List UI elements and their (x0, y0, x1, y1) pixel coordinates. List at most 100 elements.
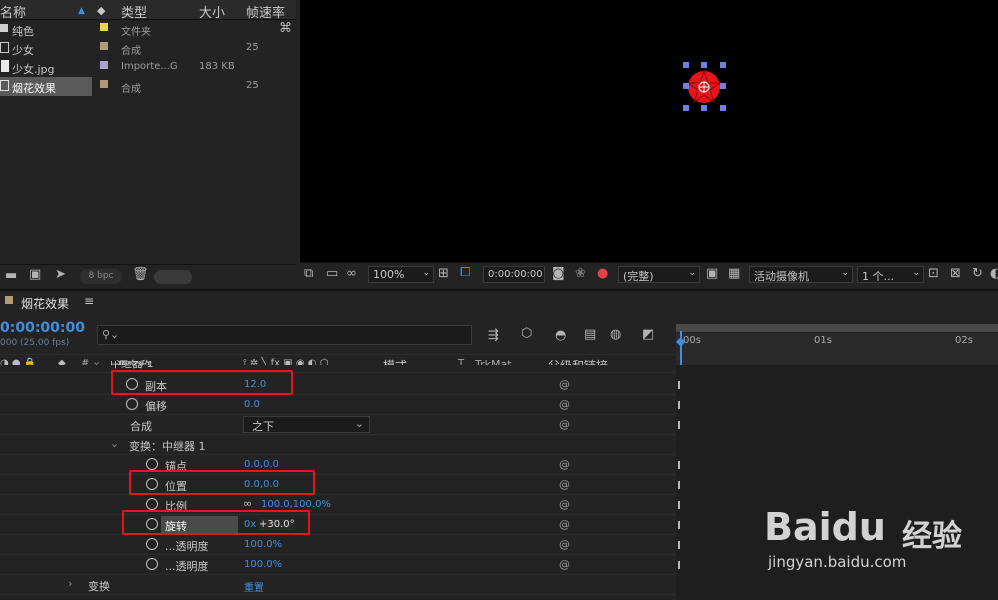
composition-flowchart-icon[interactable]: ⇶ (488, 328, 499, 343)
stopwatch-icon[interactable] (146, 458, 158, 470)
watermark-brand: Baidu (764, 505, 886, 549)
project-item-girl-jpg[interactable]: 少女.jpg Importe...G 183 KB (0, 58, 296, 77)
flowchart-icon[interactable]: ⊠ (950, 266, 961, 281)
label-color-swatch[interactable] (100, 61, 108, 69)
keyframe-marker[interactable] (678, 541, 680, 549)
view-layout-select[interactable]: 1 个... ⌄ (857, 266, 924, 283)
keyframe-marker[interactable] (678, 421, 680, 429)
reset-exposure-icon[interactable]: ↻ (972, 266, 983, 281)
property-composite[interactable]: 合成 之下 ⌄ @ (0, 415, 675, 435)
frame-blending-icon[interactable]: ▤ (584, 327, 596, 342)
show-snapshot-icon[interactable]: ❀ (575, 266, 586, 281)
channel-rgb-icon[interactable]: ● (597, 266, 608, 281)
chevron-down-icon[interactable]: ⌄ (110, 437, 119, 450)
monitor-icon[interactable]: ▭ (326, 266, 338, 281)
project-item-solid-folder[interactable]: 纯色 文件夹 ⌘ (0, 20, 296, 39)
always-preview-icon[interactable]: ⧉ (304, 266, 313, 281)
grid-guides-icon[interactable]: ⊞ (438, 266, 449, 281)
column-type[interactable]: 类型 (121, 2, 147, 21)
property-anchor-point[interactable]: 锚点 0.0,0.0 @ (0, 455, 675, 475)
motion-blur-icon[interactable]: ◍ (610, 327, 621, 342)
stopwatch-icon[interactable] (126, 398, 138, 410)
project-item-fireworks-comp[interactable]: 烟花效果 合成 25 (0, 77, 296, 96)
pick-whip-icon[interactable]: @ (559, 418, 570, 431)
current-time-display[interactable]: 0:00:00:00 (483, 266, 545, 283)
property-position[interactable]: 位置 0.0,0.0 @ (0, 475, 675, 495)
pick-whip-icon[interactable]: @ (559, 498, 570, 511)
stopwatch-icon[interactable] (146, 558, 158, 570)
column-size[interactable]: 大小 (199, 2, 225, 21)
bit-depth-button[interactable]: 8 bpc (80, 269, 122, 284)
label-tag-icon[interactable]: ◆ (97, 4, 105, 17)
new-folder-icon[interactable]: ▬ (5, 268, 17, 283)
property-rotation[interactable]: 旋转 0x +30.0° @ (0, 515, 675, 535)
label-color-swatch (5, 296, 13, 304)
keyframe-marker[interactable] (678, 401, 680, 409)
trash-icon[interactable]: 🗑 (132, 267, 149, 282)
draft-3d-icon[interactable]: ⬡ (521, 326, 532, 341)
chevron-down-icon: ⌄ (354, 417, 364, 430)
project-item-girl-comp[interactable]: 少女 合成 25 (0, 39, 296, 58)
graph-editor-icon[interactable]: ◩ (642, 327, 654, 342)
property-copies[interactable]: 副本 12.0 @ (0, 375, 675, 395)
property-group-transform-repeater[interactable]: ⌄ 变换：中继器 1 (0, 435, 675, 455)
property-row[interactable]: ⌄ 中继器 1 (0, 361, 675, 373)
pick-whip-icon[interactable]: @ (559, 478, 570, 491)
tab-comp[interactable]: 烟花效果 (21, 295, 69, 312)
snapshot-camera-icon[interactable]: ◙ (552, 266, 565, 281)
pick-whip-icon[interactable]: @ (559, 518, 570, 531)
keyframe-marker[interactable] (678, 461, 680, 469)
pick-whip-icon[interactable]: @ (559, 398, 570, 411)
property-group-transform[interactable]: › 变换 重置 (0, 575, 675, 595)
fast-previews-icon[interactable]: ▣ (706, 266, 718, 281)
toggle-pixel-aspect-icon[interactable]: ⊡ (928, 266, 939, 281)
layer-search-input[interactable]: ⚲⌄ (97, 325, 472, 345)
pick-whip-icon[interactable]: @ (559, 558, 570, 571)
tab-menu-icon[interactable]: ≡ (84, 294, 94, 308)
exposure-icon[interactable]: ◐ (990, 266, 998, 281)
pick-whip-icon[interactable]: @ (559, 458, 570, 471)
keyframe-marker[interactable] (678, 521, 680, 529)
mask-toggle-icon[interactable]: ∞ (346, 266, 357, 281)
time-ruler[interactable]: 00s 01s 02s (676, 333, 998, 355)
pick-whip-icon[interactable]: @ (559, 378, 570, 391)
keyframe-marker[interactable] (678, 381, 680, 389)
interpret-footage-icon[interactable]: ➤ (55, 267, 66, 282)
zoom-select[interactable]: 100% ⌄ (368, 266, 434, 283)
flowchart-icon[interactable]: ⌘ (279, 21, 292, 36)
composition-viewer[interactable] (300, 0, 998, 262)
camera-select[interactable]: 活动摄像机 ⌄ (749, 266, 853, 283)
label-color-swatch[interactable] (100, 42, 108, 50)
property-start-opacity[interactable]: ...透明度 100.0% @ (0, 535, 675, 555)
shy-layers-icon[interactable]: ◓ (555, 328, 566, 343)
stopwatch-icon[interactable] (146, 498, 158, 510)
transparency-grid-icon[interactable]: ▦ (728, 266, 740, 281)
pick-whip-icon[interactable]: @ (559, 538, 570, 551)
project-scroll-slider[interactable] (154, 270, 192, 284)
resolution-select[interactable]: (完整) ⌄ (618, 266, 700, 283)
label-color-swatch[interactable] (100, 23, 108, 31)
star-shape-layer[interactable] (678, 58, 738, 116)
playhead-icon[interactable]: ◆ (676, 334, 685, 348)
new-composition-icon[interactable]: ▣ (29, 267, 41, 282)
constrain-proportions-icon[interactable]: ∞ (243, 497, 252, 510)
keyframe-marker[interactable] (678, 481, 680, 489)
column-name[interactable]: 名称 (0, 2, 26, 21)
column-framerate[interactable]: 帧速率 (246, 2, 285, 21)
keyframe-marker[interactable] (678, 501, 680, 509)
sort-ascending-icon[interactable]: ▲ (78, 6, 85, 16)
composition-icon (0, 42, 9, 53)
chevron-down-icon: ⌄ (688, 268, 696, 278)
chevron-right-icon[interactable]: › (68, 577, 72, 590)
work-area-bar[interactable] (676, 324, 998, 332)
current-time[interactable]: 0:00:00:00 (0, 320, 85, 336)
property-offset[interactable]: 偏移 0.0 @ (0, 395, 675, 415)
region-of-interest-icon[interactable]: ⧠ (460, 265, 470, 280)
composite-select[interactable]: 之下 ⌄ (243, 416, 370, 433)
label-color-swatch[interactable] (100, 80, 108, 88)
property-scale[interactable]: 比例 ∞ 100.0,100.0% @ (0, 495, 675, 515)
property-end-opacity[interactable]: ...透明度 100.0% @ (0, 555, 675, 575)
keyframe-marker[interactable] (678, 561, 680, 569)
annotation-highlight-position (129, 470, 315, 495)
stopwatch-icon[interactable] (146, 538, 158, 550)
